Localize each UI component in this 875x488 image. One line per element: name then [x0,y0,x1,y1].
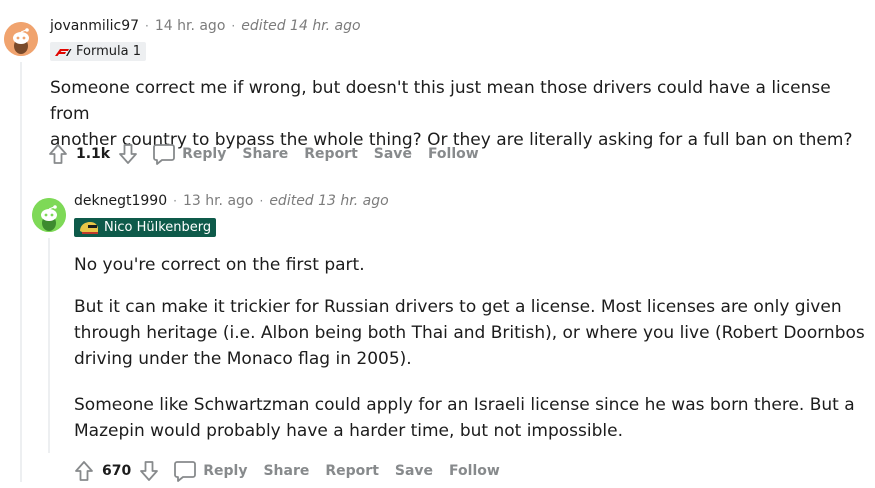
avatar[interactable] [32,198,66,232]
timestamp[interactable]: 13 hr. ago [183,193,254,209]
author-name[interactable]: jovanmilic97 [50,18,139,34]
separator: · [231,19,236,33]
f1-logo-icon [54,47,72,57]
flair-text: Formula 1 [76,44,141,59]
reply-label: Reply [203,463,248,479]
author-name[interactable]: deknegt1990 [74,193,167,209]
separator: · [173,194,177,208]
comment-body: No you're correct on the first part. [74,252,869,278]
downvote-icon[interactable] [116,142,140,166]
comment-actions: 670 Reply Share Report Save Follow [72,457,500,485]
follow-button[interactable]: Follow [428,146,479,162]
comment-body: Someone like Schwartzman could apply for… [74,392,869,444]
vote-score: 670 [102,463,132,479]
follow-button[interactable]: Follow [449,463,500,479]
body-line: Mazepin would probably have a harder tim… [74,421,623,441]
race-car-helmet-icon [78,221,100,235]
upvote-icon[interactable] [72,459,96,483]
separator: · [145,19,149,33]
snoo-avatar-icon [32,198,66,232]
share-button[interactable]: Share [242,146,288,162]
reply-button[interactable]: Reply [173,460,247,482]
vote-score: 1.1k [76,146,111,162]
reply-button[interactable]: Reply [152,143,226,165]
body-line: No you're correct on the first part. [74,255,365,275]
snoo-avatar-icon [4,22,38,56]
reply-label: Reply [182,146,227,162]
save-button[interactable]: Save [374,146,412,162]
timestamp[interactable]: 14 hr. ago [155,18,226,34]
body-line: driving under the Monaco flag in 2005). [74,349,412,369]
comment-bubble-icon [152,143,176,165]
flair-text: Nico Hülkenberg [104,220,212,235]
downvote-icon[interactable] [137,459,161,483]
share-button[interactable]: Share [263,463,309,479]
report-button[interactable]: Report [325,463,379,479]
thread-line[interactable] [48,238,50,453]
body-line: Someone correct me if wrong, but doesn't… [50,78,831,124]
comment-meta: jovanmilic97 · 14 hr. ago · edited 14 hr… [50,18,361,34]
user-flair: Nico Hülkenberg [74,218,217,237]
edited-label: edited 13 hr. ago [269,193,389,209]
save-button[interactable]: Save [395,463,433,479]
body-line: Someone like Schwartzman could apply for… [74,395,855,415]
comment-body: But it can make it trickier for Russian … [74,294,869,372]
thread-line[interactable] [20,62,22,482]
separator: · [259,194,264,208]
edited-label: edited 14 hr. ago [241,18,361,34]
body-line: through heritage (i.e. Albon being both … [74,323,865,343]
user-flair: Formula 1 [50,42,146,61]
comment-bubble-icon [173,460,197,482]
comment-actions: 1.1k Reply Share Report Save Follow [46,140,479,168]
body-line: But it can make it trickier for Russian … [74,297,842,317]
report-button[interactable]: Report [304,146,358,162]
comment-meta: deknegt1990 · 13 hr. ago · edited 13 hr.… [74,193,389,209]
avatar[interactable] [4,22,38,56]
upvote-icon[interactable] [46,142,70,166]
